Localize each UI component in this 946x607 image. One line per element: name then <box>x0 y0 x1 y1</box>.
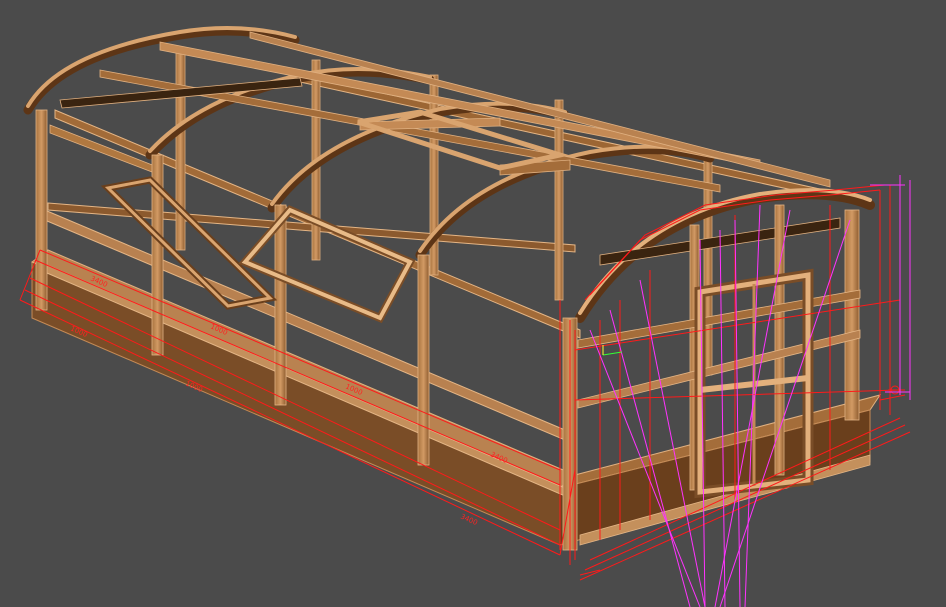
axis-gizmo <box>602 345 623 356</box>
greenhouse-model[interactable]: 3400 1000 1000 1000 1000 3400 3400 <box>0 0 946 607</box>
3d-viewport[interactable]: 3400 1000 1000 1000 1000 3400 3400 <box>0 0 946 607</box>
